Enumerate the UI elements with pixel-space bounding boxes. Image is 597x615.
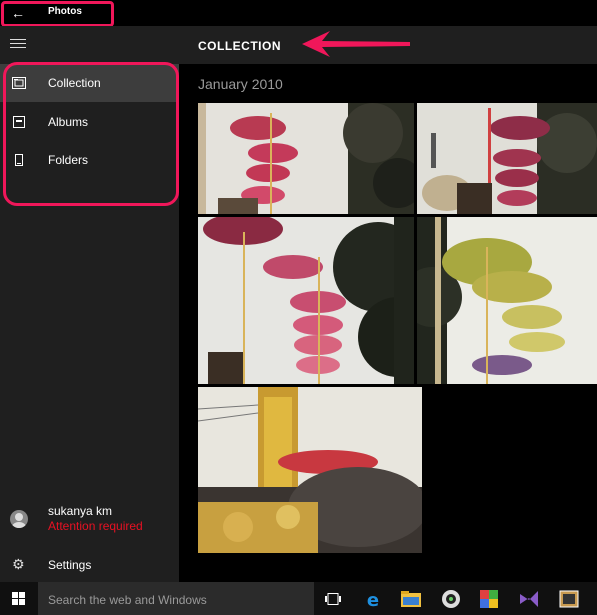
search-placeholder: Search the web and Windows	[48, 593, 207, 607]
settings-label: Settings	[48, 558, 92, 572]
photo-thumbnail[interactable]	[198, 103, 414, 214]
section-date: January 2010	[198, 76, 283, 92]
taskbar: Search the web and Windows e	[0, 582, 597, 615]
visual-studio-icon[interactable]	[518, 588, 540, 610]
sidebar-item-settings[interactable]: ⚙ Settings	[0, 552, 179, 578]
photo-thumbnail[interactable]	[417, 217, 597, 384]
page-title: COLLECTION	[198, 39, 281, 53]
hamburger-menu-icon[interactable]	[10, 39, 26, 51]
annotation-highlight-nav	[3, 62, 179, 206]
gear-icon: ⚙	[12, 556, 25, 572]
photo-thumbnail[interactable]	[417, 103, 597, 214]
svg-text:e: e	[367, 590, 379, 609]
file-explorer-icon[interactable]	[400, 588, 422, 610]
media-icon[interactable]	[440, 588, 462, 610]
paint-icon[interactable]	[478, 588, 500, 610]
photo-thumbnail[interactable]	[198, 217, 414, 384]
task-view-icon[interactable]	[322, 588, 344, 610]
annotation-highlight-title	[1, 1, 114, 27]
annotation-arrow	[302, 31, 410, 57]
main-content: COLLECTION January 2010	[179, 26, 597, 582]
user-name: sukanya km	[48, 504, 113, 518]
avatar	[10, 510, 28, 528]
page-header: COLLECTION	[179, 26, 597, 64]
windows-start-icon[interactable]	[12, 592, 26, 606]
edge-icon[interactable]: e	[362, 588, 384, 610]
app-icon[interactable]	[558, 588, 580, 610]
user-account[interactable]: sukanya km Attention required	[0, 500, 179, 540]
search-input[interactable]: Search the web and Windows	[38, 582, 314, 615]
user-status: Attention required	[48, 519, 143, 533]
photo-thumbnail[interactable]	[198, 387, 422, 553]
